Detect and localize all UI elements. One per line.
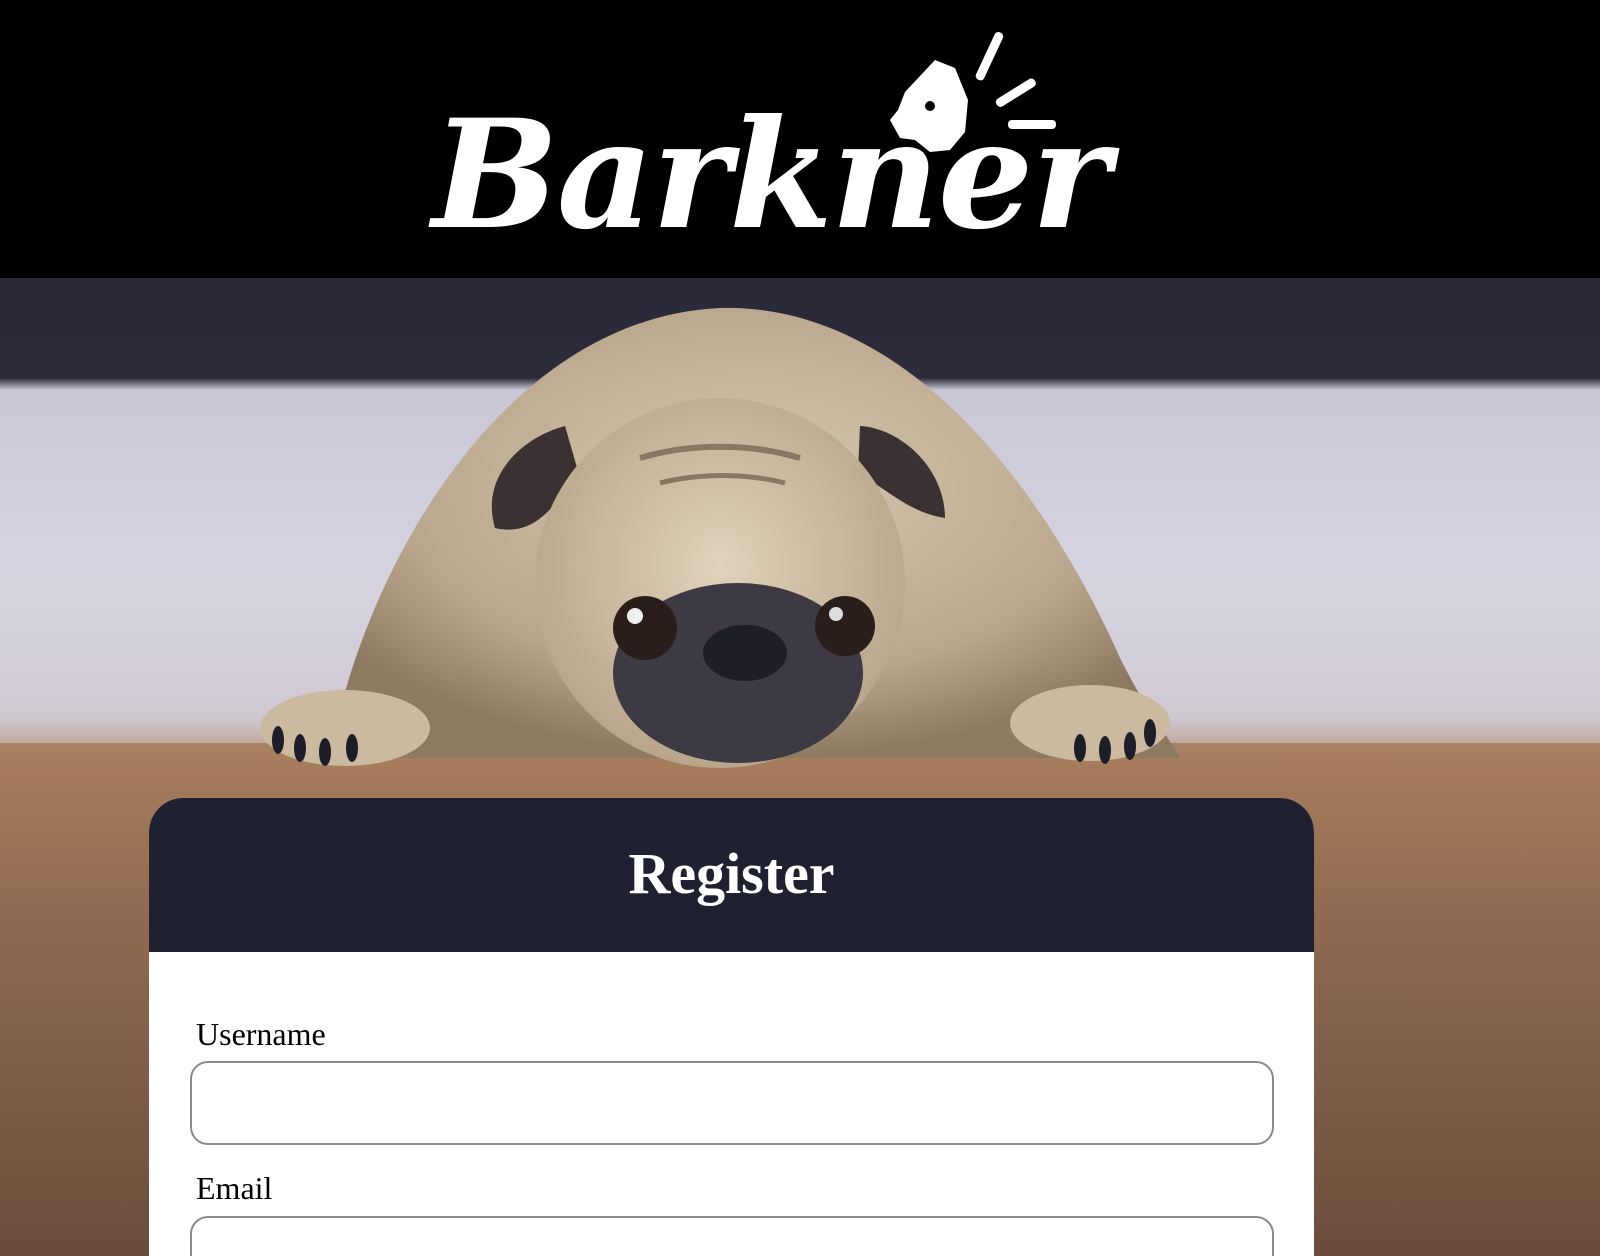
register-title: Register [628,840,835,906]
barkner-logo[interactable]: Barkner [420,20,1160,275]
email-input[interactable] [190,1216,1274,1256]
email-label: Email [196,1170,273,1206]
barking-dog-head-icon [890,32,1056,152]
page: Barkner Register Username Email [0,0,1600,1256]
username-label: Username [196,1016,326,1052]
site-header: Barkner [0,0,1600,278]
register-card: Register Username Email [149,798,1314,1256]
register-card-header: Register [149,798,1314,952]
username-input[interactable] [190,1061,1274,1145]
